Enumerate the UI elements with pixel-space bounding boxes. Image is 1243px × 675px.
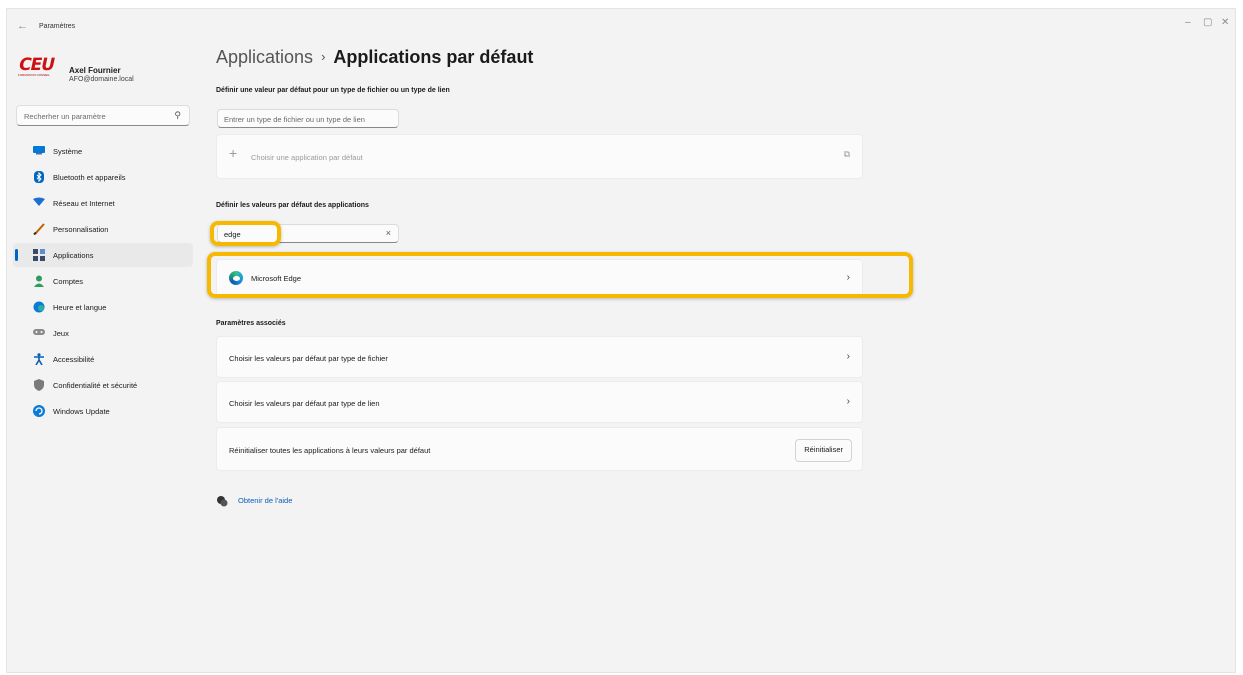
bluetooth-icon: [33, 171, 45, 183]
app-defaults-heading: Définir les valeurs par défaut des appli…: [216, 202, 369, 209]
file-type-placeholder: Entrer un type de fichier ou un type de …: [224, 115, 365, 124]
open-external-icon: ⧉: [843, 149, 850, 159]
breadcrumb: Applications › Applications par défaut: [216, 47, 533, 68]
shield-icon: [33, 379, 45, 391]
reset-all-apps-label: Réinitialiser toutes les applications à …: [229, 446, 431, 455]
edge-highlight-box: [207, 252, 913, 298]
update-icon: [33, 405, 45, 417]
sidebar-item-label: Jeux: [53, 329, 69, 338]
search-placeholder: Recherher un paramètre: [24, 112, 106, 121]
brush-icon: [33, 223, 45, 236]
defaults-by-link-type-item[interactable]: Choisir les valeurs par défaut par type …: [216, 381, 863, 423]
defaults-by-file-type-label: Choisir les valeurs par défaut par type …: [229, 354, 388, 363]
get-help-label[interactable]: Obtenir de l'aide: [238, 496, 292, 505]
company-logo-subtext: FORMATION CONSEIL: [18, 73, 50, 77]
breadcrumb-parent[interactable]: Applications: [216, 47, 313, 67]
defaults-by-link-type-label: Choisir les valeurs par défaut par type …: [229, 399, 380, 408]
sidebar-item-gaming[interactable]: Jeux: [13, 321, 193, 345]
file-type-heading: Définir une valeur par défaut pour un ty…: [216, 87, 450, 94]
sidebar-item-accessibility[interactable]: Accessibilité: [13, 347, 193, 371]
reset-all-apps-item: Réinitialiser toutes les applications à …: [216, 427, 863, 471]
sidebar-item-label: Confidentialité et sécurité: [53, 381, 138, 390]
wifi-icon: [33, 197, 45, 209]
active-indicator: [15, 249, 18, 261]
user-email: AFO@domaine.local: [69, 76, 134, 83]
breadcrumb-separator: ›: [321, 49, 326, 64]
monitor-icon: [33, 145, 45, 157]
file-type-input[interactable]: Entrer un type de fichier ou un type de …: [217, 109, 399, 128]
sidebar-item-label: Système: [53, 147, 83, 156]
close-icon[interactable]: ✕: [1221, 17, 1229, 28]
clear-search-icon[interactable]: ×: [386, 228, 391, 238]
sidebar-nav: Système Bluetooth et appareils Réseau et…: [13, 139, 193, 425]
search-highlight-box: [210, 221, 281, 246]
gamepad-icon: [33, 327, 45, 339]
sidebar-item-label: Windows Update: [53, 407, 110, 416]
sidebar-item-label: Comptes: [53, 277, 84, 286]
sidebar-item-label: Personnalisation: [53, 225, 109, 234]
reset-button[interactable]: Réinitialiser: [795, 439, 852, 462]
sidebar-item-system[interactable]: Système: [13, 139, 193, 163]
related-settings-heading: Paramètres associés: [216, 320, 286, 327]
sidebar-item-personalization[interactable]: Personnalisation: [13, 217, 193, 241]
sidebar-item-time-language[interactable]: Heure et langue: [13, 295, 193, 319]
settings-search-input[interactable]: Recherher un paramètre ⚲: [16, 105, 190, 126]
sidebar-item-label: Heure et langue: [53, 303, 107, 312]
chevron-right-icon: ›: [846, 351, 850, 362]
sidebar-item-applications[interactable]: Applications: [13, 243, 193, 267]
accessibility-icon: [33, 353, 45, 366]
help-chat-icon: [216, 495, 228, 509]
page-title: Applications par défaut: [333, 47, 534, 67]
globe-clock-icon: [33, 301, 45, 313]
search-icon[interactable]: ⚲: [174, 110, 181, 121]
choose-default-app-card: + Choisir une application par défaut ⧉: [216, 134, 863, 179]
back-arrow-icon[interactable]: ←: [17, 20, 28, 32]
apps-icon: [33, 249, 45, 261]
sidebar-item-label: Applications: [53, 251, 94, 260]
plus-icon: +: [229, 145, 238, 161]
defaults-by-file-type-item[interactable]: Choisir les valeurs par défaut par type …: [216, 336, 863, 378]
sidebar-item-label: Bluetooth et appareils: [53, 173, 126, 182]
sidebar-item-label: Accessibilité: [53, 355, 95, 364]
sidebar-item-privacy[interactable]: Confidentialité et sécurité: [13, 373, 193, 397]
title-bar: ← Paramètres – ▢ ✕: [7, 9, 1235, 41]
sidebar-item-label: Réseau et Internet: [53, 199, 115, 208]
user-name: Axel Fournier: [69, 66, 121, 75]
sidebar-item-bluetooth[interactable]: Bluetooth et appareils: [13, 165, 193, 189]
person-icon: [33, 275, 45, 287]
sidebar-item-accounts[interactable]: Comptes: [13, 269, 193, 293]
choose-default-app-label: Choisir une application par défaut: [251, 153, 363, 162]
avatar: CEU FORMATION CONSEIL: [17, 55, 56, 79]
maximize-icon[interactable]: ▢: [1203, 17, 1212, 28]
sidebar-item-windows-update[interactable]: Windows Update: [13, 399, 193, 423]
sidebar-item-network[interactable]: Réseau et Internet: [13, 191, 193, 215]
minimize-icon[interactable]: –: [1185, 17, 1191, 28]
company-logo: CEU: [16, 55, 57, 75]
chevron-right-icon: ›: [846, 396, 850, 407]
settings-window: ← Paramètres – ▢ ✕ CEU FORMATION CONSEIL…: [6, 8, 1236, 673]
window-title: Paramètres: [39, 23, 76, 30]
